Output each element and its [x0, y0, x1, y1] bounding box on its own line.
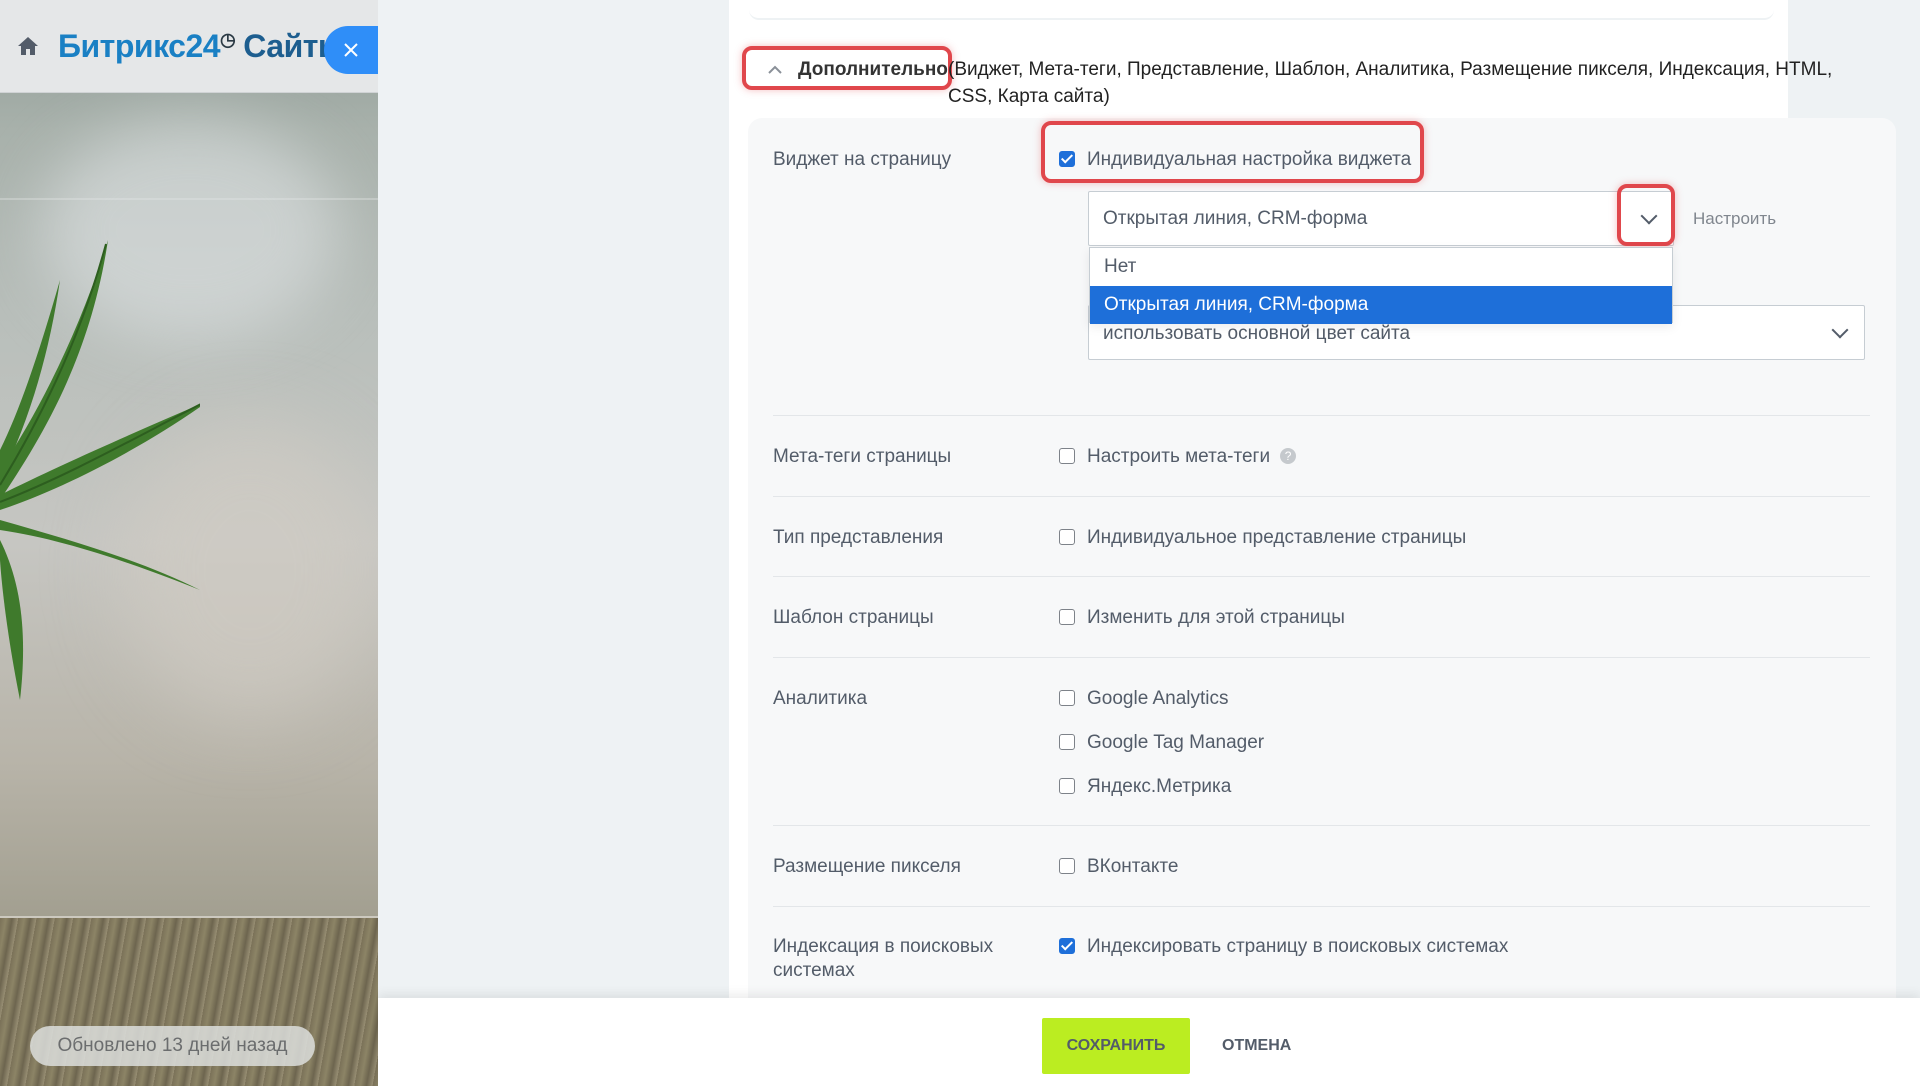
- google-tag-manager-checkbox[interactable]: [1059, 734, 1075, 750]
- more-section-toggle[interactable]: Дополнительно: [752, 56, 948, 84]
- cancel-button[interactable]: ОТМЕНА: [1208, 1018, 1305, 1074]
- widget-custom-checkbox[interactable]: [1059, 151, 1075, 167]
- widget-row-label: Виджет на страницу: [773, 149, 952, 170]
- help-icon[interactable]: ?: [1280, 448, 1297, 464]
- more-section-label: Дополнительно: [798, 59, 948, 80]
- meta-tags-label-text: Настроить мета-теги: [1087, 446, 1271, 467]
- row-divider: [773, 657, 1870, 658]
- card-top-edge: [749, 0, 1774, 20]
- indexing-label: Индексировать страницу в поисковых систе…: [1087, 936, 1509, 957]
- view-row-label: Тип представления: [773, 527, 944, 548]
- row-divider: [773, 906, 1870, 907]
- chevron-down-icon[interactable]: [1831, 321, 1849, 338]
- meta-row-label: Мета-теги страницы: [773, 446, 952, 467]
- leaf-image: [0, 240, 200, 700]
- meta-tags-label: Настроить мета-теги?: [1087, 445, 1297, 469]
- widget-color-select-value: использовать основной цвет сайта: [1103, 323, 1411, 344]
- template-label: Изменить для этой страницы: [1087, 607, 1345, 628]
- dropdown-option[interactable]: Нет: [1090, 248, 1672, 286]
- chevron-up-icon: [768, 65, 782, 74]
- meta-tags-checkbox[interactable]: [1059, 448, 1075, 464]
- home-icon[interactable]: [16, 34, 40, 58]
- save-button[interactable]: СОХРАНИТЬ: [1042, 1018, 1190, 1074]
- row-divider: [773, 825, 1870, 826]
- brand-name: Битрикс24: [58, 27, 221, 64]
- view-checkbox[interactable]: [1059, 529, 1075, 545]
- widget-type-dropdown: Нет Открытая линия, CRM-форма: [1089, 247, 1673, 324]
- close-slider-button[interactable]: [324, 26, 378, 74]
- preview-header: Битрикс24◷ Сайты: [0, 0, 378, 93]
- clock-icon: ◷: [220, 28, 236, 49]
- chevron-down-icon[interactable]: [1640, 207, 1658, 224]
- view-label: Индивидуальное представление страницы: [1087, 527, 1467, 548]
- yandex-metrika-label: Яндекс.Метрика: [1087, 776, 1232, 797]
- indexing-checkbox[interactable]: [1059, 938, 1075, 954]
- close-icon: [344, 43, 358, 57]
- vk-pixel-checkbox[interactable]: [1059, 858, 1075, 874]
- yandex-metrika-checkbox[interactable]: [1059, 778, 1075, 794]
- template-checkbox[interactable]: [1059, 609, 1075, 625]
- more-section-summary: (Виджет, Мета-теги, Представление, Шабло…: [948, 59, 1833, 107]
- action-bar: СОХРАНИТЬ ОТМЕНА: [378, 998, 1920, 1086]
- row-divider: [773, 415, 1870, 416]
- google-analytics-label: Google Analytics: [1087, 688, 1229, 709]
- widget-type-select-value: Открытая линия, CRM-форма: [1103, 207, 1368, 229]
- updated-badge: Обновлено 13 дней назад: [30, 1026, 315, 1066]
- google-analytics-checkbox[interactable]: [1059, 690, 1075, 706]
- google-tag-manager-label: Google Tag Manager: [1087, 732, 1265, 753]
- widget-setup-link[interactable]: Настроить: [1693, 209, 1776, 229]
- site-preview-background: Битрикс24◷ Сайты Обновлено 13 дней назад: [0, 0, 378, 1086]
- widget-custom-label: Индивидуальная настройка виджета: [1087, 149, 1412, 170]
- vk-pixel-label: ВКонтакте: [1087, 856, 1179, 877]
- pixel-row-label: Размещение пикселя: [773, 856, 961, 877]
- brand-logo: Битрикс24◷ Сайты: [58, 28, 345, 65]
- dropdown-option-selected[interactable]: Открытая линия, CRM-форма: [1090, 286, 1672, 324]
- widget-type-select[interactable]: Открытая линия, CRM-форма: [1088, 191, 1674, 246]
- indexing-row-label: Индексация в поисковых системах: [773, 936, 994, 981]
- row-divider: [773, 576, 1870, 577]
- template-row-label: Шаблон страницы: [773, 607, 934, 628]
- row-divider: [773, 496, 1870, 497]
- analytics-row-label: Аналитика: [773, 688, 868, 709]
